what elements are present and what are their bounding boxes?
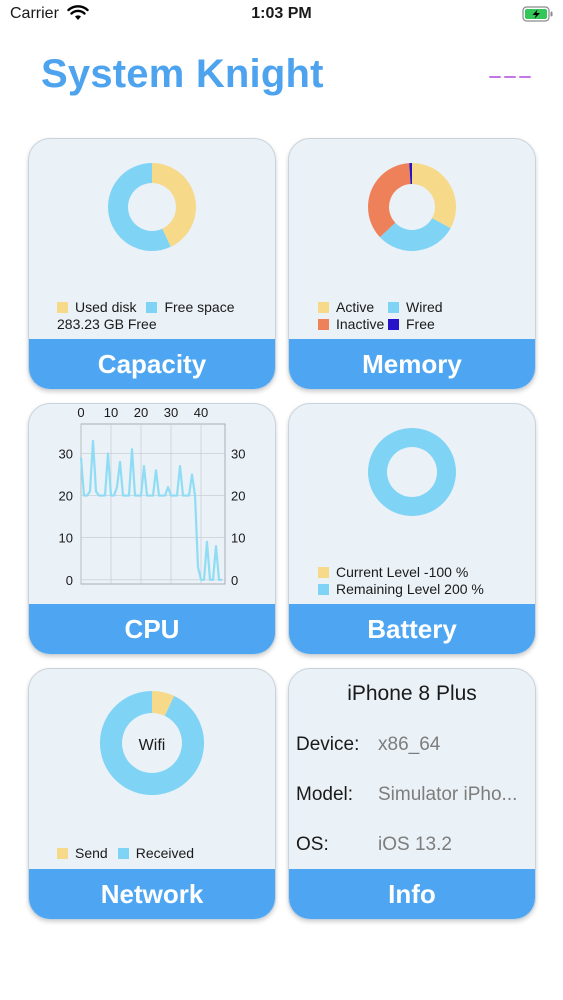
info-value-os: iOS 13.2 [378, 834, 452, 855]
legend-label-current-level: Current Level -100 % [336, 564, 469, 580]
dashed-menu-icon-part [504, 76, 516, 78]
info-key-os: OS: [296, 834, 329, 855]
legend-label-inactive: Inactive [336, 316, 385, 332]
legend-swatch-received [117, 848, 129, 859]
network-legend: Send Received [57, 845, 194, 862]
capacity-free-text: 283.23 GB Free [57, 316, 157, 332]
info-value-device: x86_64 [378, 734, 441, 755]
legend-label-wired: Wired [406, 299, 443, 315]
network-center-label: Wifi [139, 737, 166, 754]
donut-slice-active [412, 163, 456, 229]
device-name: iPhone 8 Plus [347, 682, 477, 705]
dashed-menu-icon [489, 76, 501, 78]
donut-slice-inactive [368, 163, 411, 238]
cpu-y-tick-label-right: 30 [231, 446, 245, 461]
network-label: Network [29, 869, 275, 919]
cpu-x-tick-label: 0 [77, 405, 84, 420]
legend-label-active: Active [336, 299, 375, 315]
menu-button[interactable] [486, 66, 534, 90]
capacity-legend: Used disk Free space 283.23 GB Free [57, 299, 235, 333]
legend-label-received: Received [135, 845, 195, 861]
legend-swatch-inactive [318, 319, 329, 330]
clock: 1:03 PM [251, 5, 312, 22]
info-row-device: Device: x86_64 [296, 734, 440, 756]
app-title: System Knight [41, 52, 324, 96]
battery-charging-icon [522, 6, 553, 22]
memory-card[interactable]: Active Wired Inactive Free Memory [288, 138, 536, 390]
battery-label: Battery [289, 604, 535, 654]
battery-card[interactable]: Current Level -100 % Remaining Level 200… [288, 403, 536, 655]
legend-label-free: Free [406, 316, 435, 332]
info-key-device: Device: [296, 734, 360, 755]
info-card[interactable]: iPhone 8 Plus Device: x86_64 Model: Simula… [288, 668, 536, 920]
cpu-plot-frame [80, 423, 226, 585]
cpu-x-tick-label: 10 [104, 405, 118, 420]
legend-swatch-current-level [318, 567, 329, 578]
network-donut-chart: Wifi [99, 691, 204, 795]
info-label: Info [289, 869, 535, 919]
dashed-menu-icon-part [519, 76, 531, 78]
cpu-y-tick-label-right: 10 [231, 531, 245, 546]
cpu-y-tick-label-left: 20 [59, 489, 73, 504]
legend-swatch-free [146, 302, 158, 313]
memory-label: Memory [289, 339, 535, 389]
status-bar: Carrier 1:03 PM [0, 0, 563, 30]
cpu-x-tick-label: 20 [134, 405, 148, 420]
info-row-os: OS: iOS 13.2 [296, 834, 452, 856]
legend-swatch-send [57, 848, 68, 859]
legend-label-remaining-level: Remaining Level 200 % [336, 581, 484, 597]
legend-swatch-remaining-level [318, 584, 329, 595]
donut-slice-remaining-level [368, 428, 456, 516]
battery-legend: Current Level -100 % Remaining Level 200… [318, 564, 484, 598]
network-card[interactable]: Wifi Send Received Network [28, 668, 276, 920]
cpu-y-tick-label-right: 20 [231, 489, 245, 504]
legend-label-free-space: Free space [164, 299, 235, 315]
info-key-model: Model: [296, 784, 354, 805]
legend-swatch-used [57, 302, 68, 313]
info-value-model: Simulator iPho... [378, 784, 518, 805]
memory-legend: Active Wired Inactive Free [318, 299, 443, 333]
cpu-card[interactable]: 0 10 20 30 40 0 0 10 10 20 20 30 30 CPU [28, 403, 276, 655]
legend-label-used-disk: Used disk [75, 299, 137, 315]
legend-swatch-free [388, 319, 399, 330]
capacity-label: Capacity [29, 339, 275, 389]
cpu-y-tick-label-left: 10 [59, 531, 73, 546]
cpu-line-chart: 0 10 20 30 40 0 0 10 10 20 20 30 30 [59, 405, 246, 588]
cpu-x-tick-label: 30 [164, 405, 178, 420]
cpu-y-tick-label-left: 30 [59, 446, 73, 461]
cpu-y-tick-label-left: 0 [66, 573, 73, 588]
cpu-label: CPU [29, 604, 275, 654]
cpu-y-tick-label-right: 0 [231, 573, 238, 588]
capacity-card[interactable]: Used disk Free space 283.23 GB Free Capa… [28, 138, 276, 390]
info-row-model: Model: Simulator iPho... [296, 784, 517, 806]
legend-label-send: Send [75, 845, 108, 861]
legend-swatch-active [318, 302, 329, 313]
legend-swatch-wired [388, 302, 399, 313]
cpu-x-tick-label: 40 [194, 405, 208, 420]
